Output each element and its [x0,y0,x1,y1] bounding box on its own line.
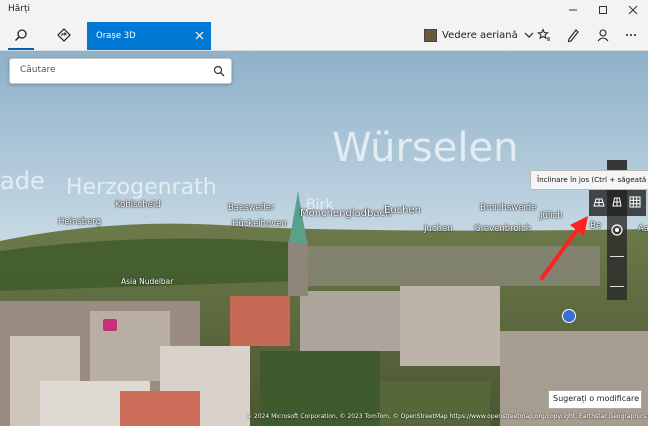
search-box[interactable]: Căutare [9,58,232,84]
active-tab-indicator [8,48,34,50]
place-huckelhoven: Hückelhoven [232,219,287,229]
suggest-change-label: Sugerați o modificare [553,394,640,403]
copyright-text: © 2024 Microsoft Corporation, © 2023 Tom… [246,413,648,420]
user-icon [597,29,609,42]
more-options-button[interactable] [620,26,642,44]
minimize-button[interactable] [558,0,588,20]
directions-icon [57,28,71,42]
tilt-down-button[interactable] [591,194,607,210]
maximize-icon [599,6,607,14]
city-label-herzogenrath: Herzogenrath [66,175,217,200]
tilt-down-tooltip: Înclinare în jos (Ctrl + săgeată în jos) [530,170,648,190]
map-style-dropdown[interactable]: Vedere aeriană [424,26,535,44]
place-heinsberg: Heinsberg [58,217,102,227]
ink-button[interactable] [562,26,584,44]
favorites-button[interactable] [533,26,555,44]
city-label-partial: ade [0,167,45,195]
zoom-in-button[interactable] [610,256,624,257]
map-style-label: Vedere aeriană [442,29,518,41]
poi-label-asia-nudelbar: Asia Nudelbar [121,277,174,286]
search-icon [213,65,225,77]
location-pin-icon[interactable] [562,309,576,323]
more-icon [626,34,636,36]
tab-3d-cities[interactable]: Orașe 3D [87,22,211,50]
close-icon [628,5,638,15]
toolbar: Orașe 3D Vedere aeriană [0,20,648,51]
directions-tab[interactable] [53,26,75,44]
annotation-arrow-icon [540,216,588,280]
minimize-icon [569,9,577,11]
pen-icon [567,29,579,42]
place-baesweiler: Baesweiler [228,203,275,213]
title-bar: Hărți [0,0,648,20]
locate-me-icon[interactable] [609,222,625,238]
star-list-icon [537,28,550,41]
search-tab[interactable] [10,26,32,44]
place-kohlscheid: Kohlscheid [115,200,161,210]
place-juchen: Juchen [424,224,453,234]
tilt-controls [589,190,646,216]
maximize-button[interactable] [588,0,618,20]
account-button[interactable] [592,26,614,44]
place-birk: Birk [306,197,334,213]
close-icon [195,31,203,39]
app-title: Hărți [8,4,31,14]
top-down-view-button[interactable] [627,194,643,210]
place-partial-aa: Aa [638,224,648,234]
close-window-button[interactable] [618,0,648,20]
place-euchen: Euchen [384,205,421,216]
close-tab-button[interactable] [193,28,205,42]
zoom-out-button[interactable] [610,286,624,287]
tab-3d-cities-label: Orașe 3D [96,31,136,41]
place-grevenbroich: Grevenbroich [474,224,532,234]
search-icon [15,29,27,41]
city-label-wurselen: Würselen [332,125,519,171]
place-broichsweide: Broichsweide [480,203,537,213]
tilt-up-button[interactable] [609,194,625,210]
search-placeholder: Căutare [20,65,56,75]
tooltip-text: Înclinare în jos (Ctrl + săgeată în jos) [537,175,648,184]
restaurant-poi-icon[interactable] [103,319,117,331]
suggest-change-button[interactable]: Sugerați o modificare [548,390,642,409]
aerial-thumbnail-icon [424,28,437,42]
